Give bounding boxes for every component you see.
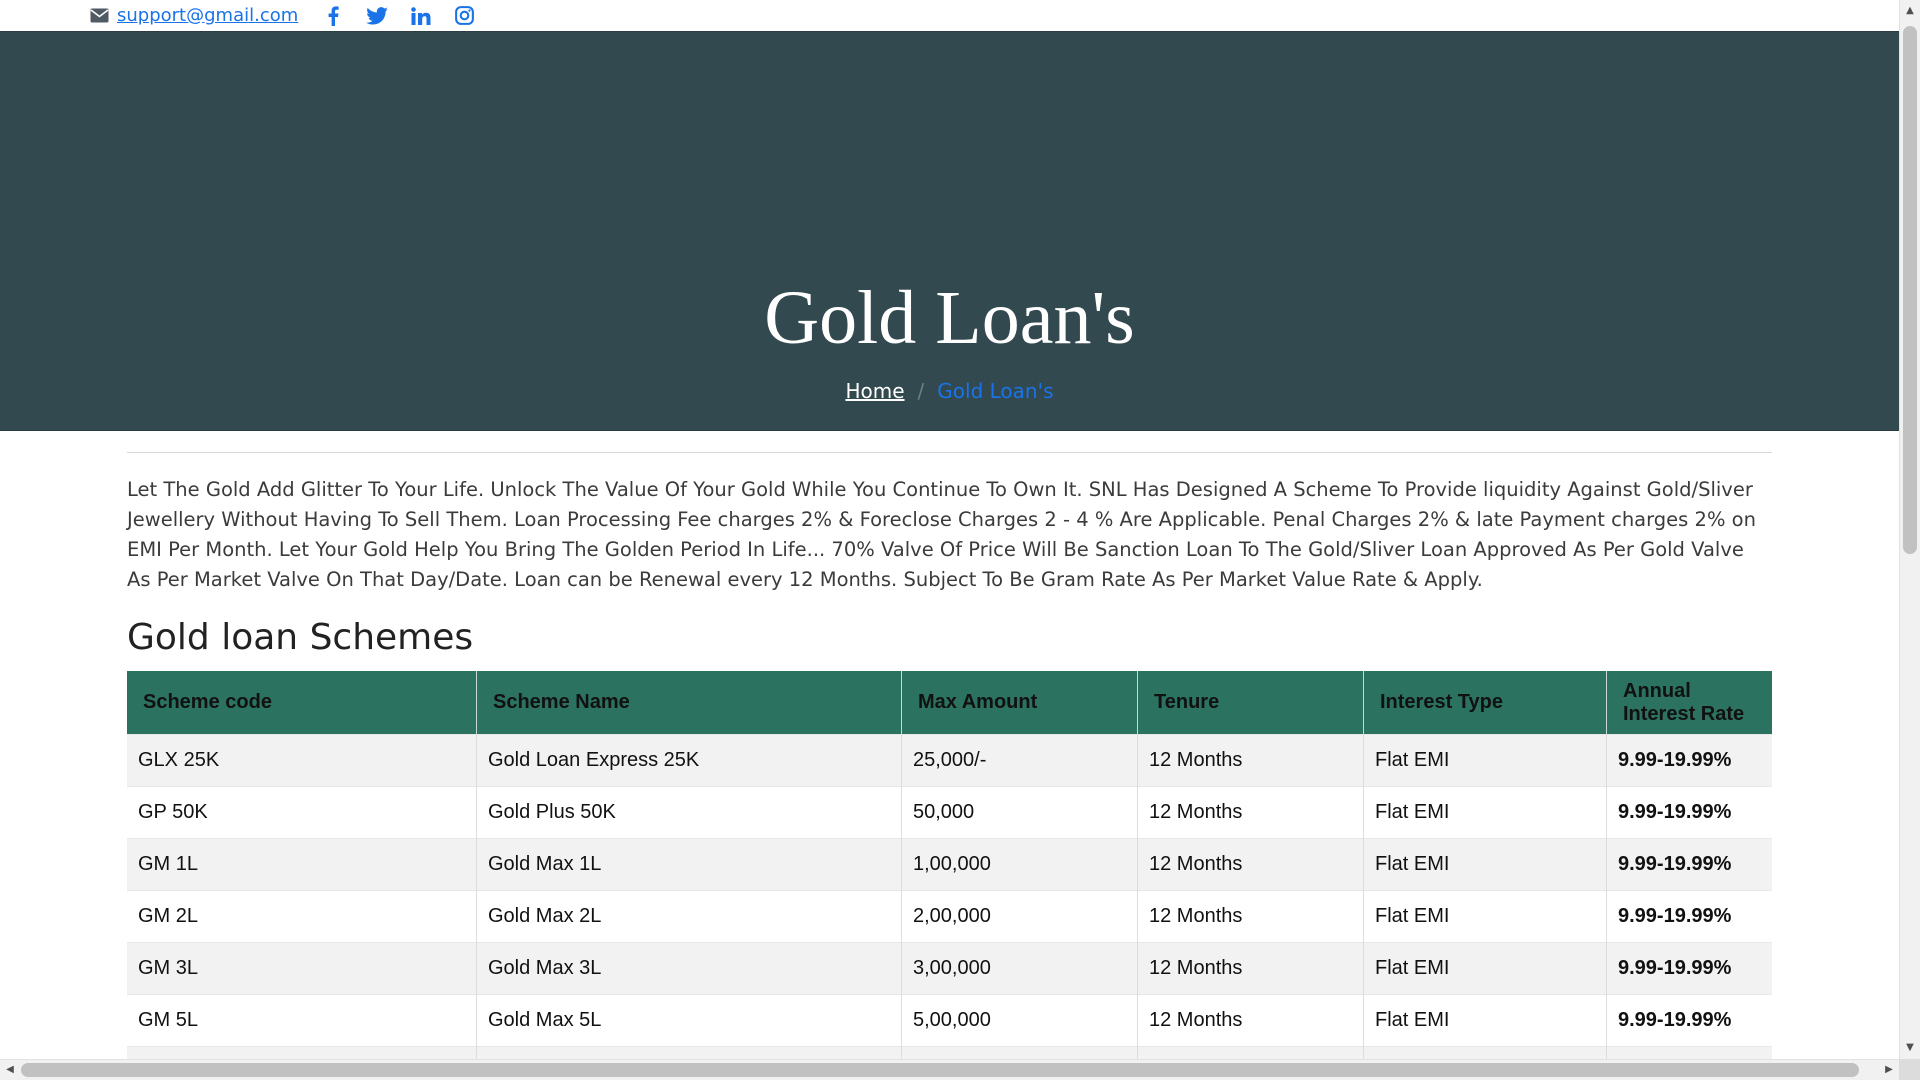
header-scheme-code: Scheme code [127, 671, 477, 735]
tenure-cell: 12 Months [1137, 994, 1364, 1047]
tenure-cell [1137, 1046, 1364, 1059]
max-amount-cell: 3,00,000 [901, 942, 1138, 995]
header-interest-type: Interest Type [1363, 671, 1607, 735]
support-email-link[interactable]: support@gmail.com [117, 5, 298, 26]
linkedin-icon[interactable] [408, 3, 433, 28]
max-amount-cell: 5,00,000 [901, 994, 1138, 1047]
annual-interest-rate-cell: 9.99-19.99% [1606, 838, 1772, 891]
tenure-cell: 12 Months [1137, 942, 1364, 995]
interest-type-cell [1363, 1046, 1607, 1059]
scroll-up-arrow-icon[interactable]: ▲ [1900, 2, 1920, 20]
scheme-name-cell: Gold Plus 50K [476, 786, 902, 839]
horizontal-scroll-thumb[interactable] [21, 1063, 1859, 1077]
annual-interest-rate-cell: 9.99-19.99% [1606, 890, 1772, 943]
page-title: Gold Loan's [764, 275, 1135, 360]
header-scheme-name: Scheme Name [476, 671, 902, 735]
max-amount-cell: 1,00,000 [901, 838, 1138, 891]
envelope-icon [90, 8, 109, 23]
max-amount-cell [901, 1046, 1138, 1059]
interest-type-cell: Flat EMI [1363, 942, 1607, 995]
gold-loan-description: Let The Gold Add Glitter To Your Life. U… [127, 478, 1756, 591]
schemes-table-header: Scheme code Scheme Name Max Amount Tenur… [127, 671, 1772, 735]
max-amount-cell: 25,000/- [901, 734, 1138, 787]
scheme-name-cell: Gold Max 1L [476, 838, 902, 891]
table-row [127, 1046, 1772, 1059]
header-annual-interest-rate: Annual Interest Rate [1606, 671, 1772, 735]
interest-type-cell: Flat EMI [1363, 786, 1607, 839]
interest-type-cell: Flat EMI [1363, 734, 1607, 787]
scheme-name-cell: Gold Max 3L [476, 942, 902, 995]
interest-type-cell: Flat EMI [1363, 994, 1607, 1047]
main-content: Let The Gold Add Glitter To Your Life. U… [127, 452, 1772, 1059]
interest-type-cell: Flat EMI [1363, 890, 1607, 943]
interest-type-cell: Flat EMI [1363, 838, 1607, 891]
scheme-code-cell: GLX 25K [127, 734, 477, 787]
header-max-amount: Max Amount [901, 671, 1138, 735]
breadcrumb-home-link[interactable]: Home [845, 377, 904, 405]
annual-interest-rate-cell: 9.99-19.99% [1606, 786, 1772, 839]
instagram-icon[interactable] [452, 3, 477, 28]
scheme-code-cell: GM 5L [127, 994, 477, 1047]
header-tenure: Tenure [1137, 671, 1364, 735]
top-contact-bar: support@gmail.com [0, 0, 1899, 31]
page-hero-banner: Gold Loan's Home / Gold Loan's [0, 31, 1899, 431]
schemes-table-body: GLX 25K Gold Loan Express 25K 25,000/- 1… [127, 734, 1772, 1059]
breadcrumb-separator: / [917, 379, 925, 403]
annual-interest-rate-cell: 9.99-19.99% [1606, 994, 1772, 1047]
table-row: GM 5L Gold Max 5L 5,00,000 12 Months Fla… [127, 994, 1772, 1047]
horizontal-scrollbar[interactable]: ◀ ▶ [0, 1059, 1899, 1080]
scrollbar-corner [1899, 1059, 1920, 1080]
scheme-name-cell: Gold Max 5L [476, 994, 902, 1047]
scheme-code-cell: GM 3L [127, 942, 477, 995]
tenure-cell: 12 Months [1137, 734, 1364, 787]
scheme-code-cell: GM 1L [127, 838, 477, 891]
tenure-cell: 12 Months [1137, 786, 1364, 839]
scheme-code-cell: GM 2L [127, 890, 477, 943]
tenure-cell: 12 Months [1137, 838, 1364, 891]
table-row: GM 1L Gold Max 1L 1,00,000 12 Months Fla… [127, 838, 1772, 891]
annual-interest-rate-cell: 9.99-19.99% [1606, 734, 1772, 787]
scroll-right-arrow-icon[interactable]: ▶ [1879, 1060, 1899, 1080]
scheme-name-cell: Gold Loan Express 25K [476, 734, 902, 787]
max-amount-cell: 50,000 [901, 786, 1138, 839]
scheme-code-cell [127, 1046, 477, 1059]
social-links [320, 3, 477, 28]
scroll-down-arrow-icon[interactable]: ▼ [1900, 1039, 1920, 1057]
web-page: support@gmail.com Gold Loan's Home / Gol… [0, 0, 1899, 1059]
schemes-table-header-row: Scheme code Scheme Name Max Amount Tenur… [127, 671, 1772, 735]
gold-loan-schemes-table: Scheme code Scheme Name Max Amount Tenur… [127, 671, 1772, 1059]
scheme-code-cell: GP 50K [127, 786, 477, 839]
breadcrumb: Home / Gold Loan's [0, 377, 1899, 405]
breadcrumb-current-page: Gold Loan's [937, 379, 1054, 403]
table-row: GLX 25K Gold Loan Express 25K 25,000/- 1… [127, 734, 1772, 787]
twitter-icon[interactable] [364, 3, 389, 28]
table-row: GM 2L Gold Max 2L 2,00,000 12 Months Fla… [127, 890, 1772, 943]
max-amount-cell: 2,00,000 [901, 890, 1138, 943]
annual-interest-rate-cell: 9.99-19.99% [1606, 942, 1772, 995]
annual-interest-rate-cell [1606, 1046, 1772, 1059]
table-row: GP 50K Gold Plus 50K 50,000 12 Months Fl… [127, 786, 1772, 839]
vertical-scroll-thumb[interactable] [1903, 26, 1917, 554]
schemes-heading: Gold loan Schemes [127, 617, 474, 658]
scheme-name-cell [476, 1046, 902, 1059]
facebook-icon[interactable] [320, 3, 345, 28]
tenure-cell: 12 Months [1137, 890, 1364, 943]
content-divider [127, 452, 1772, 453]
scroll-left-arrow-icon[interactable]: ◀ [0, 1060, 20, 1080]
table-row: GM 3L Gold Max 3L 3,00,000 12 Months Fla… [127, 942, 1772, 995]
browser-viewport: support@gmail.com Gold Loan's Home / Gol… [0, 0, 1920, 1080]
vertical-scrollbar[interactable]: ▲ ▼ [1899, 0, 1920, 1059]
scheme-name-cell: Gold Max 2L [476, 890, 902, 943]
